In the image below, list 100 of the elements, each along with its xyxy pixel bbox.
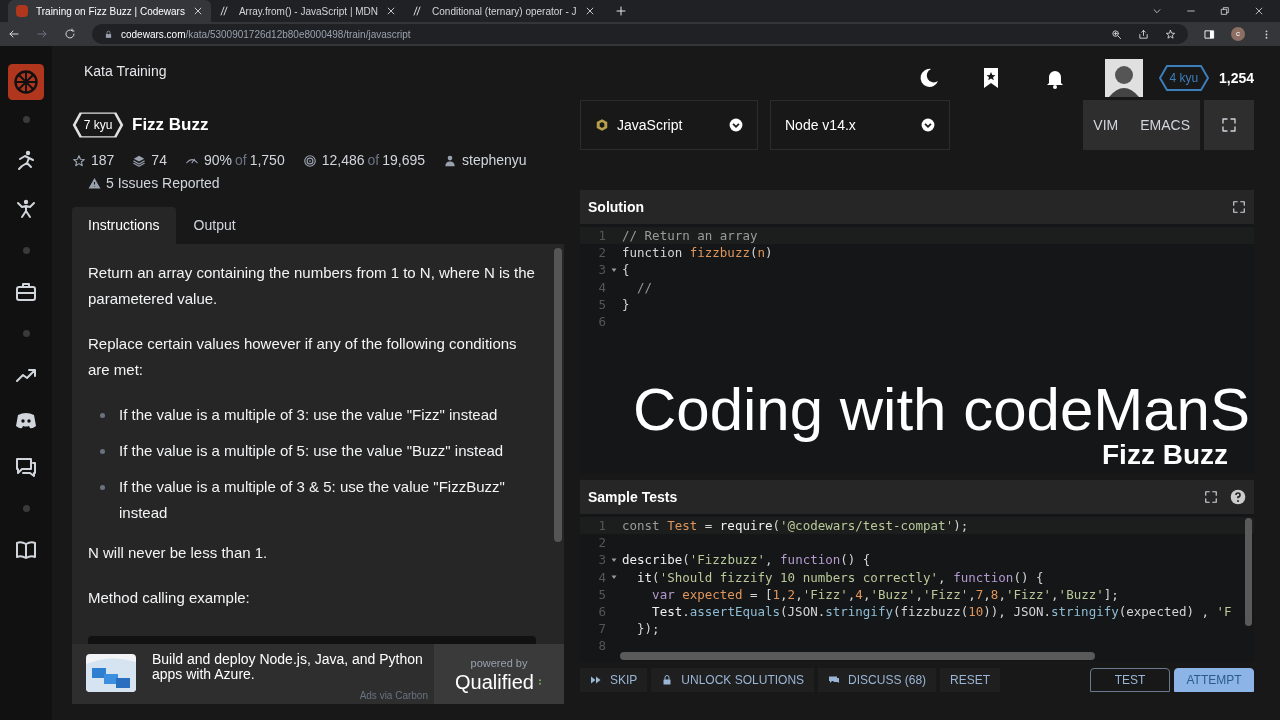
scrollbar-thumb[interactable]	[554, 248, 562, 542]
address-bar[interactable]: codewars.com/kata/5300901726d12b80e8000498/train/javascript	[92, 24, 1188, 44]
close-icon[interactable]	[584, 6, 595, 16]
code-line: //	[636, 278, 653, 296]
close-icon[interactable]	[1254, 6, 1264, 16]
rank-label: 4 kyu	[1169, 71, 1199, 85]
line-number: 5	[597, 585, 606, 603]
reload-icon[interactable]	[64, 28, 76, 40]
line-number: 3	[597, 551, 606, 569]
powered-by-label: powered by	[470, 655, 528, 671]
bullet	[100, 413, 105, 418]
share-icon[interactable]	[1138, 28, 1149, 40]
line-number: 1	[597, 517, 606, 535]
stat-value: 90%	[203, 151, 232, 170]
line-number: 6	[597, 312, 606, 331]
rank-label: 7 kyu	[83, 118, 113, 132]
action-button[interactable]: RESET	[940, 668, 1001, 692]
tab-title: Array.from() - JavaScript | MDN	[238, 4, 379, 19]
briefcase-icon[interactable]	[14, 280, 38, 304]
bullet	[100, 485, 105, 490]
issues-link[interactable]: 5 Issues Reported	[106, 173, 220, 194]
target-icon	[302, 153, 317, 168]
stat-value: 74	[151, 151, 167, 170]
dropdown-label: JavaScript	[617, 115, 684, 135]
hexagon-icon	[595, 118, 609, 132]
zoom-icon[interactable]	[1111, 28, 1122, 40]
line-number: 7	[597, 620, 606, 638]
code-line: {	[622, 261, 630, 279]
tab-title: Training on Fizz Buzz | Codewars	[36, 4, 185, 19]
line-number: 3	[597, 261, 606, 279]
mode-button[interactable]: VIM	[1093, 114, 1119, 136]
code-line: }	[622, 295, 630, 313]
user-avatar[interactable]	[1104, 59, 1143, 97]
panel-tab[interactable]: Output	[177, 207, 252, 244]
chat-icon	[828, 674, 841, 686]
stat-label: of	[367, 151, 380, 170]
dropdown[interactable]: JavaScript	[580, 100, 758, 150]
line-number: 2	[597, 534, 606, 552]
help-icon[interactable]	[1230, 489, 1246, 505]
profile-avatar[interactable]: c	[1231, 27, 1245, 41]
close-icon[interactable]	[192, 6, 203, 16]
page-title: Kata Training	[84, 62, 167, 81]
fullscreen-button[interactable]	[1204, 100, 1254, 150]
dropdown[interactable]: Node v14.x	[770, 100, 950, 150]
instruction-paragraph: N will never be less than 1.	[88, 543, 269, 563]
code-line: Test.assertEquals(JSON.stringify(fizzbuzz(10)), JSON.stringify(expected) , 'F	[651, 602, 1232, 621]
line-number: 2	[597, 244, 606, 262]
action-button[interactable]: UNLOCK SOLUTIONS	[651, 668, 815, 692]
brand-name: Qualified	[455, 671, 534, 694]
honor-points: 1,254	[1218, 68, 1254, 88]
stat-value: 12,486	[321, 151, 365, 170]
panel-tab[interactable]: Instructions	[72, 207, 176, 244]
action-button[interactable]: SKIP	[580, 668, 648, 692]
chevron-circle-icon	[921, 118, 935, 132]
fold-icon[interactable]	[611, 556, 617, 563]
expand-icon[interactable]	[1232, 200, 1246, 214]
code-line: it('Should fizzify 10 numbers correctly', function() {	[636, 568, 1044, 586]
line-number: 1	[597, 227, 606, 245]
stat-value: 1,750	[249, 151, 285, 170]
back-icon[interactable]	[8, 28, 20, 40]
line-number: 8	[597, 637, 606, 655]
stat-value: 19,695	[382, 151, 426, 170]
fold-icon[interactable]	[611, 266, 617, 273]
ad-banner[interactable]: Build and deploy Node.js, Java, and Python apps with Azure. Ads via Carbon powered by Qualified	[72, 644, 564, 704]
code-editor[interactable]	[580, 514, 1254, 662]
chevron-down-icon[interactable]	[1152, 6, 1162, 16]
overlay-subtitle: Fizz Buzz	[1102, 440, 1228, 470]
code-line: var expected = [1,2,'Fizz',4,'Buzz','Fizz',7,8,'Fizz','Buzz'];	[651, 585, 1119, 603]
fold-icon[interactable]	[611, 574, 617, 581]
bookmark-star-icon[interactable]	[1165, 28, 1176, 40]
close-icon[interactable]	[386, 6, 397, 16]
forward-icon[interactable]	[36, 28, 48, 40]
overlay-title: Coding with codeManS	[632, 378, 1250, 442]
test-button[interactable]: TEST	[1090, 668, 1170, 692]
book-icon[interactable]	[14, 538, 38, 562]
scrollbar-thumb[interactable]	[620, 652, 1095, 660]
expand-icon	[1221, 117, 1237, 133]
chat-icon[interactable]	[14, 455, 38, 479]
code-line: const Test = require('@codewars/test-compat');	[622, 517, 969, 535]
panel-title: Solution	[588, 197, 645, 217]
browser-tab[interactable]: Training on Fizz Buzz | Codewars	[8, 0, 211, 22]
tab-title: Conditional (ternary) operator - J	[432, 4, 577, 19]
code-line: });	[636, 620, 660, 638]
action-button[interactable]: DISCUSS (68)	[818, 668, 937, 692]
lock-icon	[661, 674, 674, 686]
code-editor[interactable]: 1 // Return an array 2 function fizzbuzz(n) 3 { 4 // 5 } 6 Coding with codeManS Fizz Buzz	[580, 224, 1254, 474]
mode-button[interactable]: EMACS	[1140, 114, 1190, 136]
new-tab-icon[interactable]	[614, 5, 627, 17]
bullet	[100, 449, 105, 454]
stat-value: stephenyu	[462, 151, 527, 170]
warning-icon	[88, 177, 101, 190]
fighter-icon[interactable]	[14, 197, 38, 221]
restore-icon[interactable]	[1220, 6, 1230, 16]
line-number: 4	[597, 568, 606, 586]
logo-icon[interactable]	[8, 64, 44, 100]
expand-icon[interactable]	[1204, 490, 1218, 504]
scrollbar-thumb[interactable]	[1245, 518, 1252, 626]
instruction-paragraph: Method calling example:	[88, 588, 251, 608]
user-icon	[443, 153, 458, 168]
side-panel-icon[interactable]	[1204, 28, 1215, 40]
